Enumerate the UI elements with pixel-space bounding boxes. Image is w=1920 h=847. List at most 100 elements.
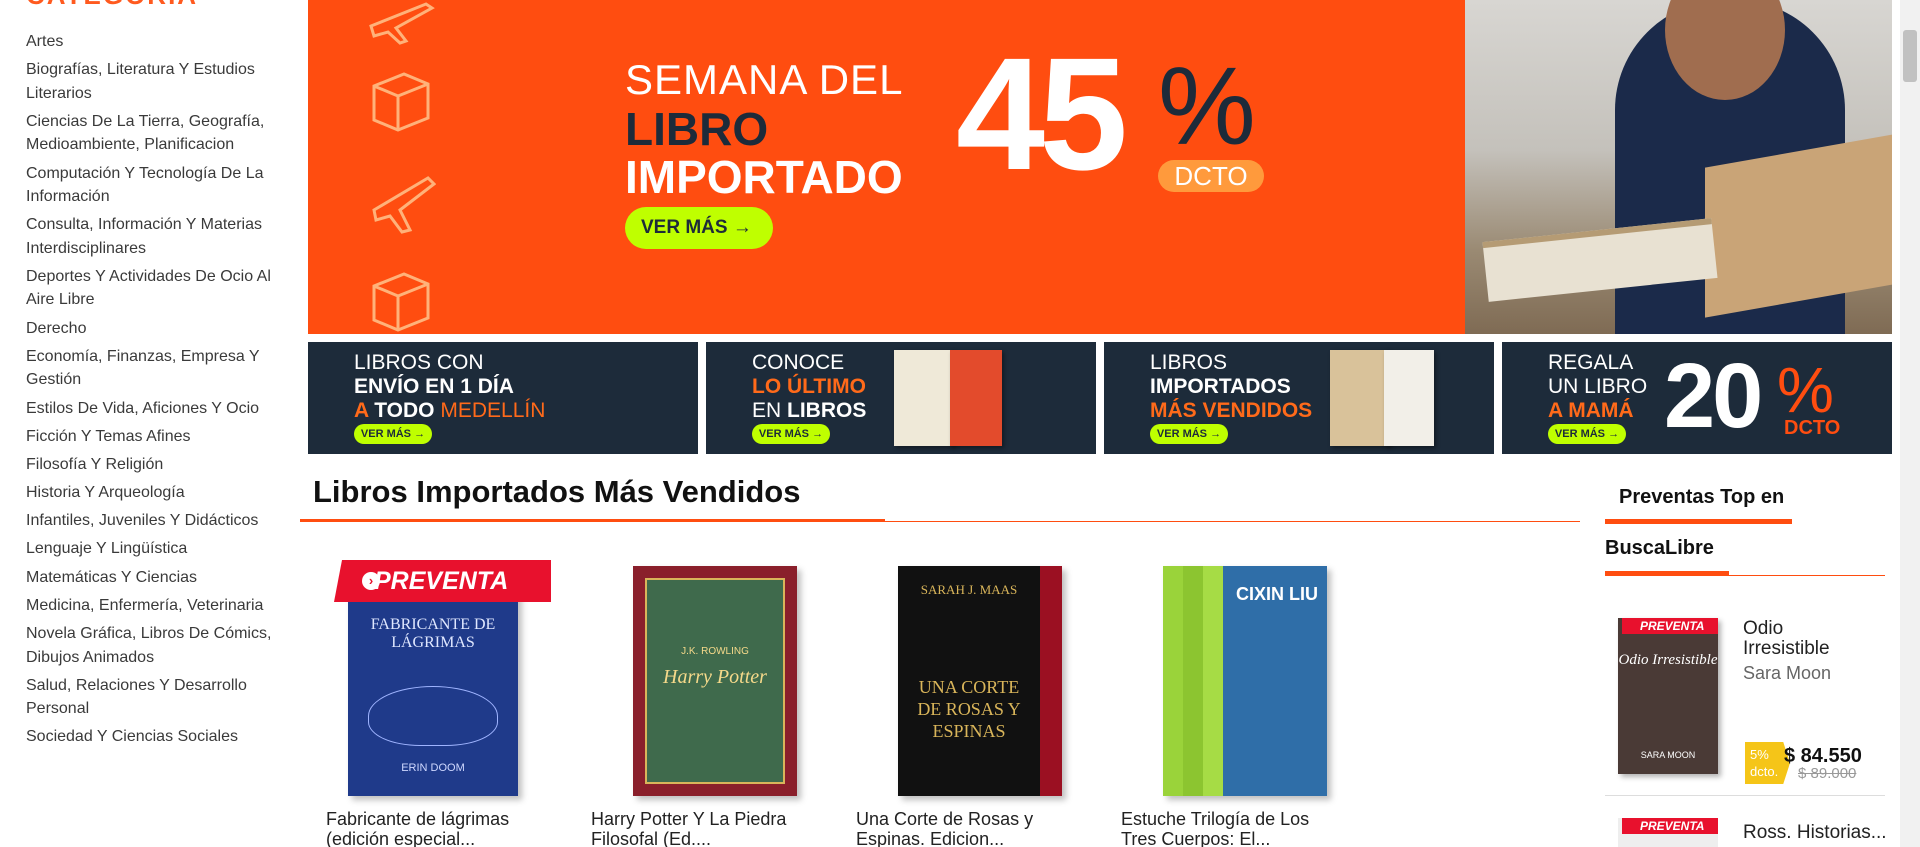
butterfly-illustration: [368, 686, 498, 746]
category-item[interactable]: Novela Gráfica, Libros De Cómics, Dibujo…: [26, 622, 274, 669]
category-item[interactable]: Economía, Finanzas, Empresa Y Gestión: [26, 345, 274, 392]
category-item[interactable]: Estilos De Vida, Aficiones Y Ocio: [26, 397, 274, 421]
promo-tile-mama[interactable]: REGALA UN LIBRO A MAMÁ 20 % DCTO VER MÁS…: [1502, 342, 1892, 454]
preventa-badge: PREVENTA: [1622, 618, 1718, 634]
sidebar-title: CATEGORÍA: [26, 0, 198, 11]
book-cover-author: ERIN DOOM: [401, 762, 465, 774]
hero-photo: [1465, 0, 1892, 334]
tile-ver-mas-button[interactable]: VER MÁS →: [354, 424, 432, 444]
book-cover-author: SARAH J. MAAS: [920, 582, 1018, 597]
section-title: Libros Importados Más Vendidos: [313, 474, 801, 509]
page: CATEGORÍA Artes Biografías, Literatura Y…: [0, 0, 1920, 847]
category-item[interactable]: Ciencias De La Tierra, Geografía, Medioa…: [26, 110, 274, 157]
product-old-price: $ 89.000: [1798, 765, 1857, 782]
book-cover-image[interactable]: Odio Irresistible SARA MOON: [1618, 618, 1718, 774]
tile-line-3: A TODO MEDELLÍN: [354, 399, 545, 423]
box-icon: [372, 272, 430, 332]
right-panel-divider: [1605, 575, 1885, 576]
right-panel-product-name[interactable]: Odio Irresistible: [1743, 619, 1873, 659]
category-item[interactable]: Derecho: [26, 317, 274, 341]
book-cover-author: SARA MOON: [1640, 750, 1696, 760]
category-item[interactable]: Salud, Relaciones Y Desarrollo Personal: [26, 674, 274, 721]
category-item[interactable]: Historia Y Arqueología: [26, 481, 274, 505]
tile-dcto-label: DCTO: [1784, 417, 1841, 439]
tile-line-3c: MEDELLÍN: [434, 399, 546, 422]
category-item[interactable]: Matemáticas Y Ciencias: [26, 566, 274, 590]
product-name[interactable]: Fabricante de lágrimas (edición especial…: [326, 809, 546, 847]
product-name[interactable]: Una Corte de Rosas y Espinas. Edicion...: [856, 809, 1076, 847]
airplane-icon: [372, 176, 436, 234]
product-card[interactable]: Harry Potter J.K. ROWLING Harry Potter Y…: [591, 556, 831, 847]
category-item[interactable]: Lenguaje Y Lingüística: [26, 537, 274, 561]
hero-banner[interactable]: SEMANA DEL LIBRO IMPORTADO 45 % DCTO VER…: [308, 0, 1892, 334]
tile-line-1: CONOCE: [752, 351, 845, 374]
tile-line-2: ENVÍO EN 1 DÍA: [354, 375, 514, 398]
tile-line-2: UN LIBRO: [1548, 375, 1648, 398]
tile-line-3a: EN: [752, 399, 788, 422]
preventa-label: PREVENTA: [374, 567, 509, 595]
category-item[interactable]: Computación Y Tecnología De La Informaci…: [26, 162, 274, 209]
category-item[interactable]: Artes: [26, 30, 274, 54]
tile-line-3: EN LIBROS: [752, 399, 866, 423]
tile-line-1: LIBROS CON: [354, 351, 484, 374]
right-panel-title-underline: [1605, 519, 1792, 524]
chevron-right-icon: ›: [362, 572, 380, 590]
tile-line-3b: LIBROS: [787, 399, 867, 422]
tile-line-3: A MAMÁ: [1548, 399, 1634, 422]
book-spine-1: [1163, 566, 1183, 796]
category-item[interactable]: Sociedad Y Ciencias Sociales: [26, 725, 274, 749]
category-item[interactable]: Biografías, Literatura Y Estudios Litera…: [26, 58, 274, 105]
book-cover-image: Harry Potter J.K. ROWLING: [633, 566, 797, 796]
book-cover-title: UNA CORTE DE ROSAS Y ESPINAS: [917, 677, 1021, 741]
tile-ver-mas-button[interactable]: VER MÁS →: [1150, 424, 1228, 444]
category-item[interactable]: Consulta, Información Y Materias Interdi…: [26, 213, 274, 260]
tile-percent: %: [1777, 354, 1834, 426]
book-cover-title: FABRICANTE DE LÁGRIMAS: [370, 616, 496, 651]
scrollbar-thumb[interactable]: [1903, 30, 1917, 82]
right-panel-product-author: Sara Moon: [1743, 663, 1832, 683]
page-scrollbar[interactable]: [1900, 0, 1920, 847]
hero-discount: 45: [956, 24, 1128, 203]
category-item[interactable]: Filosofía Y Religión: [26, 453, 274, 477]
category-item[interactable]: Medicina, Enfermería, Veterinaria: [26, 594, 274, 618]
product-card[interactable]: SARAH J. MAAS UNA CORTE DE ROSAS Y ESPIN…: [856, 556, 1096, 847]
book-cover-title: Odio Irresistible: [1618, 652, 1718, 668]
tile-line-3a: A: [354, 399, 375, 422]
category-sidebar: CATEGORÍA Artes Biografías, Literatura Y…: [0, 0, 300, 847]
product-card[interactable]: CIXIN LIU Estuche Trilogía de Los Tres C…: [1121, 556, 1361, 847]
tile-line-1: REGALA: [1548, 351, 1634, 374]
tile-ver-mas-button[interactable]: VER MÁS →: [1548, 424, 1626, 444]
hero-decoration: [366, 0, 446, 334]
category-item[interactable]: Infantiles, Juveniles Y Didácticos: [26, 509, 274, 533]
category-item[interactable]: Ficción Y Temas Afines: [26, 425, 274, 449]
book-cover-image: [894, 350, 954, 446]
airplane-icon: [369, 2, 435, 45]
product-name[interactable]: Estuche Trilogía de Los Tres Cuerpos: El…: [1121, 809, 1341, 847]
tile-line-3: MÁS VENDIDOS: [1150, 399, 1313, 422]
book-cover-title: Harry Potter: [663, 666, 767, 688]
category-item[interactable]: Deportes Y Actividades De Ocio Al Aire L…: [26, 265, 274, 312]
tile-line-2: LO ÚLTIMO: [752, 375, 866, 398]
hero-line-2: LIBRO: [625, 103, 769, 155]
book-cover-image: CIXIN LIU: [1163, 566, 1327, 796]
right-panel-title: Preventas Top en: [1619, 486, 1785, 508]
hero-ver-mas-button[interactable]: VER MÁS →: [625, 207, 773, 249]
book-spine-3: [1203, 566, 1223, 796]
promo-tile-lo-ultimo[interactable]: CONOCE LO ÚLTIMO EN LIBROS VER MÁS →: [706, 342, 1096, 454]
tile-line-3b: TODO: [374, 399, 435, 422]
book-spine-2: [1183, 566, 1203, 796]
right-panel-separator: [1605, 795, 1885, 796]
promo-tile-envio[interactable]: LIBROS CON ENVÍO EN 1 DÍA A TODO MEDELLÍ…: [308, 342, 698, 454]
product-name[interactable]: Harry Potter Y La Piedra Filosofal (Ed..…: [591, 809, 811, 847]
tile-line-2: IMPORTADOS: [1150, 375, 1291, 398]
hero-line-1: SEMANA DEL: [625, 56, 904, 103]
right-panel-product-name[interactable]: Ross. Historias...: [1743, 822, 1887, 844]
promo-tile-importados[interactable]: LIBROS IMPORTADOS MÁS VENDIDOS VER MÁS →: [1104, 342, 1494, 454]
right-panel-subtitle: BuscaLibre: [1605, 537, 1714, 559]
book-cover-image: [1384, 350, 1434, 446]
book-cover-title: CIXIN LIU: [1235, 584, 1318, 604]
preventa-badge: PREVENTA: [1622, 818, 1718, 834]
tile-discount: 20: [1664, 345, 1763, 447]
tile-ver-mas-button[interactable]: VER MÁS →: [752, 424, 830, 444]
book-cover-image: [950, 350, 1002, 446]
